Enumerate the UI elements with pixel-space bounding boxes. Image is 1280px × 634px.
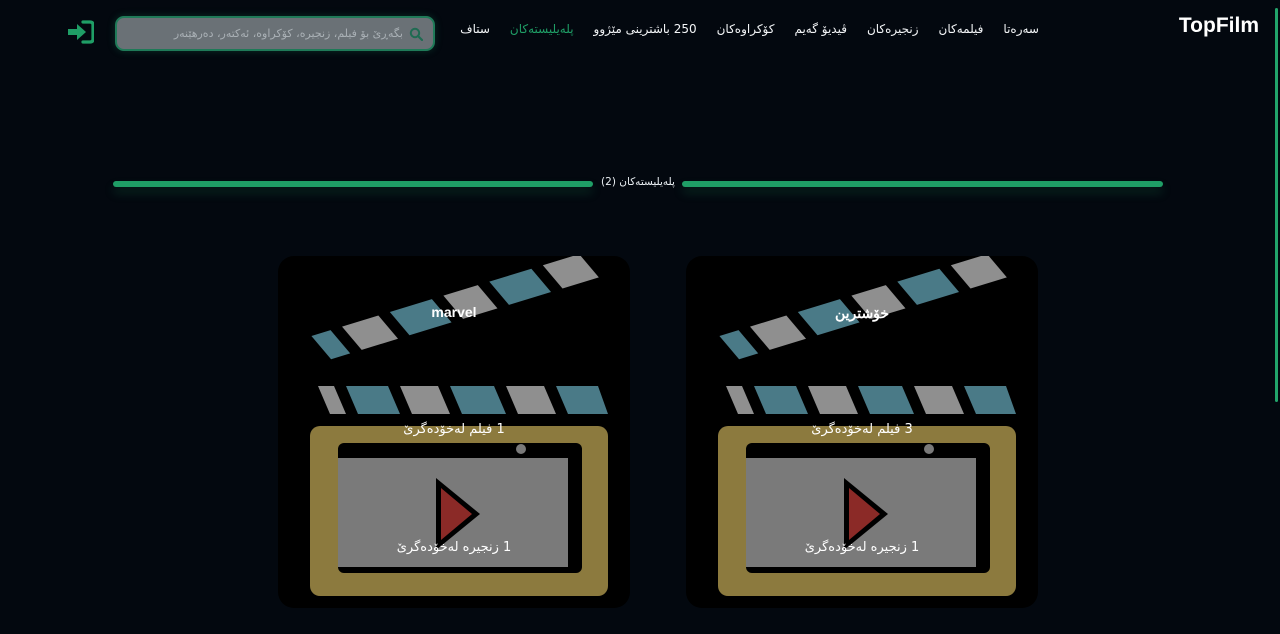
nav-item-video-games[interactable]: ڤیدیۆ گەیم — [794, 22, 846, 36]
main-nav: سەرەتا فیلمەکان زنجیرەکان ڤیدیۆ گەیم کۆک… — [460, 22, 1039, 36]
nav-item-top-250[interactable]: 250 باشترینی مێژوو — [594, 22, 697, 36]
scrollbar-thumb[interactable] — [1275, 8, 1278, 402]
search-input[interactable] — [125, 18, 407, 49]
playlist-card[interactable]: خۆشترین 3 فیلم لەخۆدەگرێ 1 زنجیرە لەخۆدە… — [686, 256, 1038, 608]
nav-item-staff[interactable]: ستاف — [460, 22, 490, 36]
playlist-film-count: 3 فیلم لەخۆدەگرێ — [811, 422, 913, 437]
playlist-title: خۆشترین — [834, 305, 890, 321]
section-title: پلەیلیستەکان (2) — [601, 176, 675, 188]
nav-item-collections[interactable]: کۆکراوەکان — [717, 22, 775, 36]
playlist-film-count: 1 فیلم لەخۆدەگرێ — [403, 422, 505, 437]
page-scrollbar[interactable] — [1274, 0, 1280, 634]
heading-divider-left — [113, 181, 593, 187]
site-logo[interactable]: TopFilm — [1179, 14, 1259, 38]
login-icon[interactable] — [66, 20, 95, 44]
playlist-series-count: 1 زنجیرە لەخۆدەگرێ — [804, 540, 920, 555]
playlist-series-count: 1 زنجیرە لەخۆدەگرێ — [396, 540, 512, 555]
search-box — [115, 16, 435, 51]
nav-item-home[interactable]: سەرەتا — [1003, 22, 1039, 36]
playlist-title: marvel — [431, 304, 477, 320]
nav-item-movies[interactable]: فیلمەکان — [939, 22, 984, 36]
heading-divider-right — [682, 181, 1163, 187]
playlist-card[interactable]: marvel 1 فیلم لەخۆدەگرێ 1 زنجیرە لەخۆدەگ… — [278, 256, 630, 608]
search-icon[interactable] — [407, 25, 425, 43]
nav-item-series[interactable]: زنجیرەکان — [867, 22, 919, 36]
nav-item-playlists[interactable]: پلەیلیستەکان — [510, 22, 574, 36]
playlists-section-heading: پلەیلیستەکان (2) — [113, 176, 1163, 190]
